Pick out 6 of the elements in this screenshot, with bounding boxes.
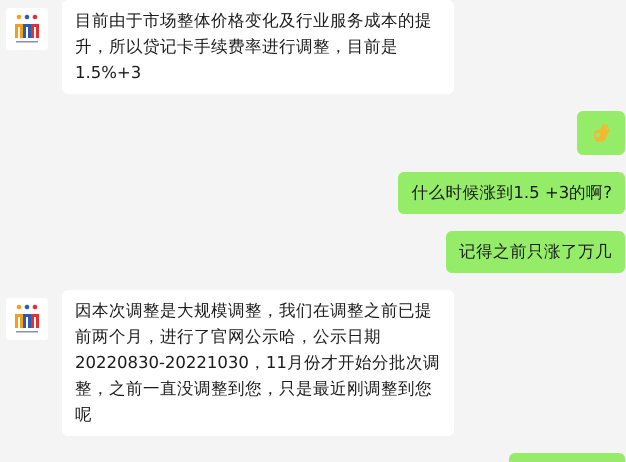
avatar-logo-icon	[6, 8, 48, 50]
avatar-logo-icon	[6, 298, 48, 340]
message-bubble: 因本次调整是大规模调整，我们在调整之前已提前两个月，进行了官网公示哈，公示日期20220830-20221030，11月份才开始分批次调整，之前一直没调整到您，只是最近刚调整到您呢	[62, 290, 454, 436]
message-bubble: 记得之前只涨了万几	[446, 231, 625, 273]
message-bubble: 什么时候涨到1.5 +3的啊?	[398, 172, 625, 214]
message-bubble: 目前由于市场整体价格变化及行业服务成本的提升，所以贷记卡手续费率进行调整，目前是1.5%+3	[62, 0, 454, 94]
